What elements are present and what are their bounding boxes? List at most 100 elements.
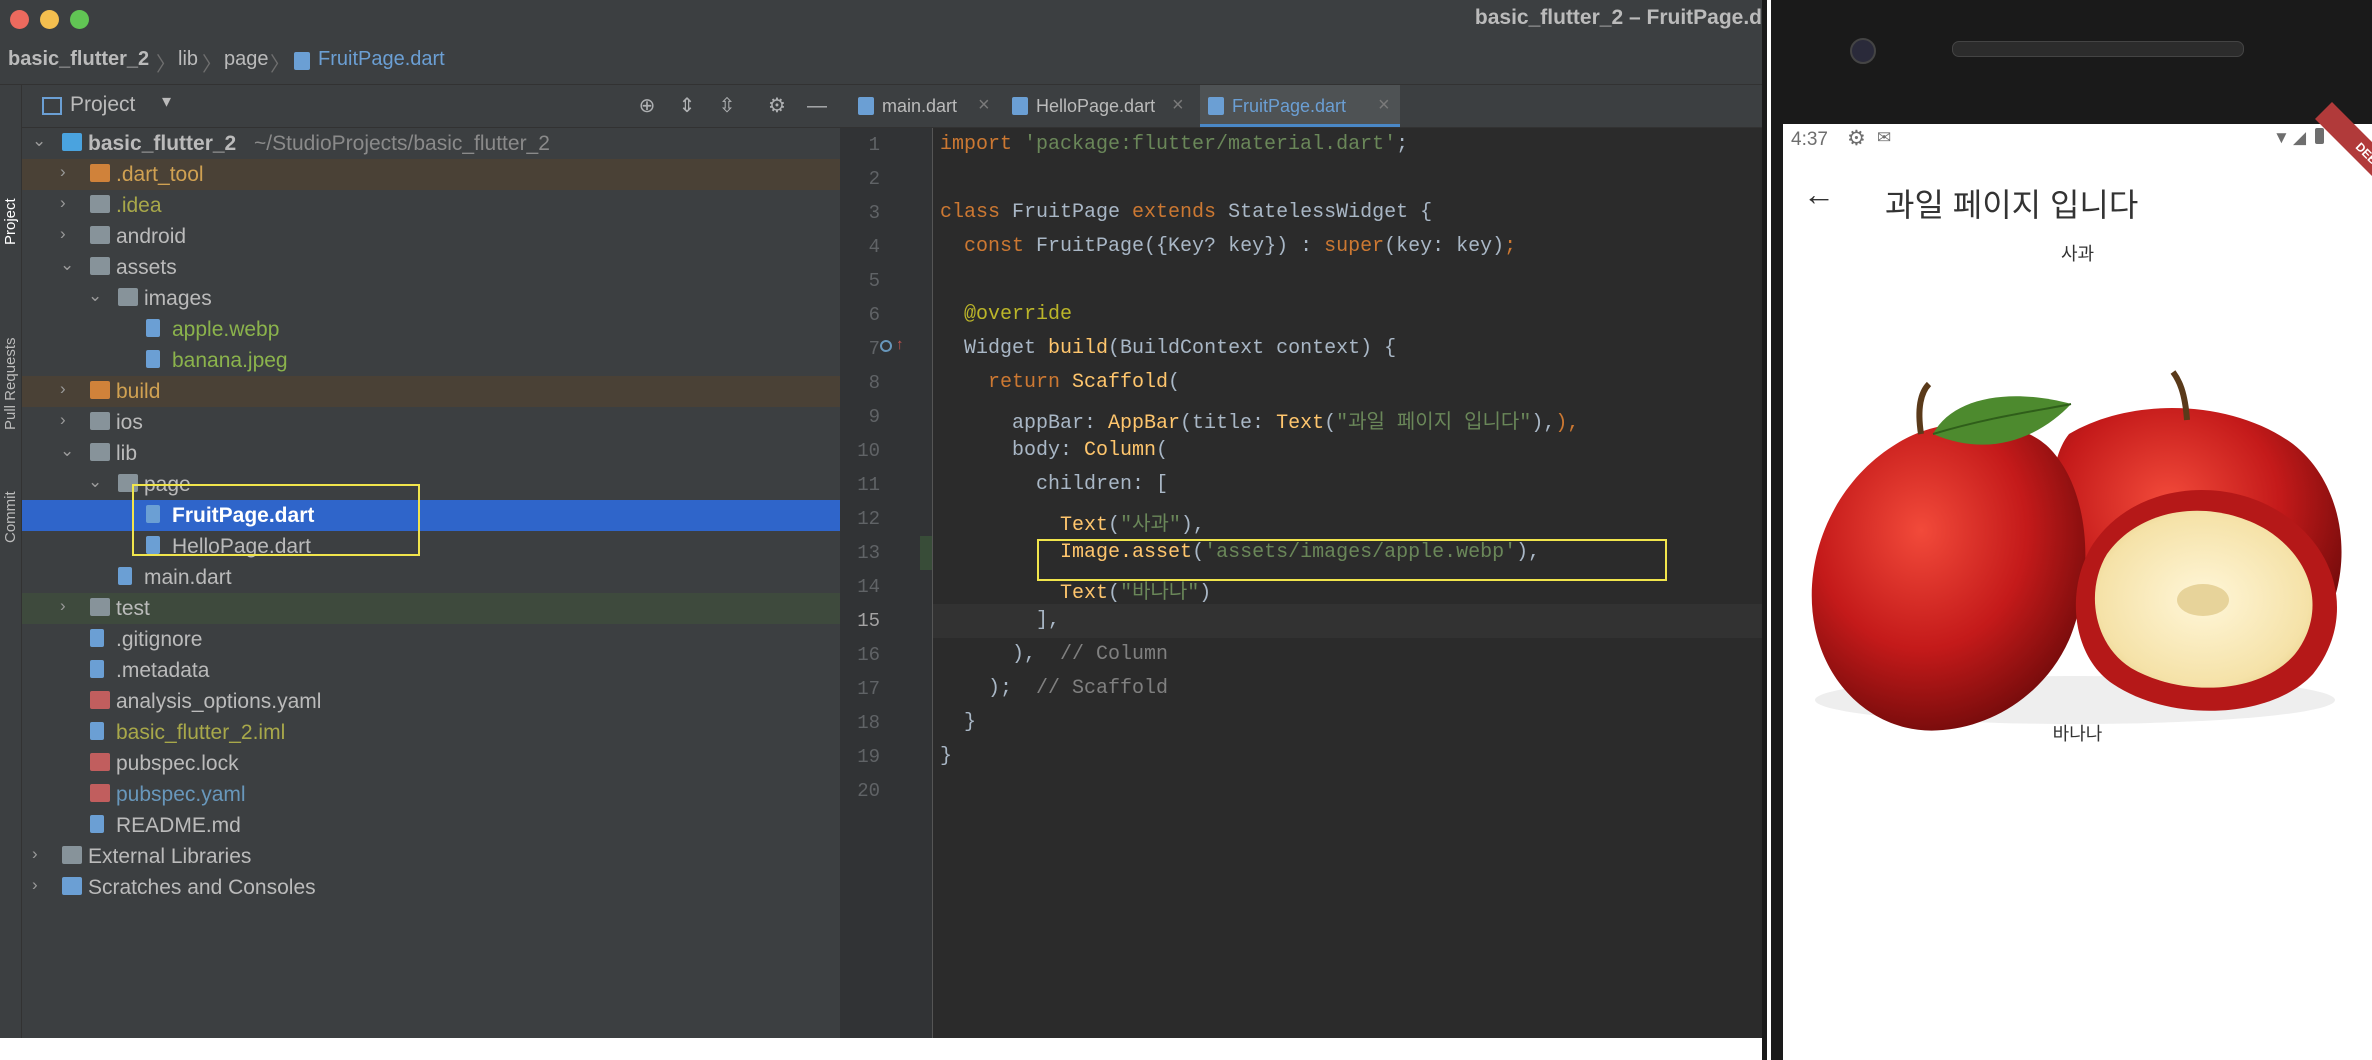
gear-icon[interactable]: ⚙ [766,95,788,117]
chevron-right-icon[interactable]: › [60,379,80,399]
commit-tool-tab[interactable]: Commit [2,491,19,543]
code-line: const FruitPage({Key? key}) : super(key:… [940,235,1516,269]
chevron-right-icon[interactable]: › [60,193,80,213]
tree-item[interactable]: › .dart_tool [22,159,840,190]
folder-icon [90,443,110,461]
chevron-down-icon[interactable]: ▾ [162,91,171,112]
tree-item-label: ios [116,411,143,434]
breadcrumb-project[interactable]: basic_flutter_2 [8,48,149,71]
tree-item[interactable]: analysis_options.yaml [22,686,840,717]
front-camera-icon [1850,38,1876,64]
code-token: (BuildContext context) { [1108,337,1397,360]
tree-item[interactable]: › .idea [22,190,840,221]
locate-file-icon[interactable]: ⊕ [636,95,658,117]
chevron-down-icon[interactable]: ⌄ [60,255,80,275]
project-tool-tab[interactable]: Project [2,198,19,245]
left-tool-strip: Project Pull Requests Commit [0,85,22,1038]
chevron-right-icon[interactable]: › [32,844,52,864]
chevron-down-icon[interactable]: ⌄ [32,131,52,151]
breadcrumb-page[interactable]: page [224,48,269,71]
emulator-edge [1767,0,1771,1060]
editor-tab[interactable]: main.dart × [850,85,1000,127]
project-panel-title[interactable]: Project [70,93,135,117]
tree-item[interactable]: main.dart [22,562,840,593]
chevron-right-icon[interactable]: › [32,875,52,895]
expand-all-icon[interactable]: ⇕ [676,95,698,117]
chevron-down-icon[interactable]: ⌄ [88,286,108,306]
tree-root-row[interactable]: ⌄ basic_flutter_2 ~/StudioProjects/basic… [22,128,840,159]
zoom-window-button[interactable] [70,10,89,29]
tree-item-label: main.dart [144,566,232,589]
tree-item[interactable]: › ios [22,407,840,438]
file-icon [90,691,110,709]
dart-file-icon [294,52,310,70]
code-token: class [940,201,1013,224]
code-line: ], [940,609,1060,643]
chevron-down-icon[interactable]: ⌄ [88,472,108,492]
ide-window: basic_flutter_2 – FruitPage.d basic_flut… [0,0,1762,1038]
project-panel-header: Project ▾ ⊕ ⇕ ⇳ ⚙ — [22,85,840,128]
tree-item[interactable]: banana.jpeg [22,345,840,376]
tree-item-label: apple.webp [172,318,280,341]
code-line: body: Column( [940,439,1168,473]
tree-item[interactable]: ⌄ lib [22,438,840,469]
code-token: build [1048,337,1109,360]
file-icon [90,753,110,771]
tree-item[interactable]: basic_flutter_2.iml [22,717,840,748]
tree-item[interactable]: README.md [22,810,840,841]
tree-item[interactable]: › Scratches and Consoles [22,872,840,903]
close-window-button[interactable] [10,10,29,29]
project-tree: › .dart_tool › .idea › android ⌄ assets ⌄ images a… [22,159,840,1038]
tree-item[interactable]: apple.webp [22,314,840,345]
tree-item[interactable]: pubspec.yaml [22,779,840,810]
file-icon [146,319,160,337]
pull-requests-tool-tab[interactable]: Pull Requests [2,337,19,430]
code-token: ( [1324,412,1337,435]
close-tab-icon[interactable]: × [1172,94,1184,117]
file-icon [90,629,104,647]
editor-tab[interactable]: FruitPage.dart × [1200,85,1400,127]
code-editor[interactable]: 1 2 3 4 5 6 7 8 9 10 11 12 13 14 15 16 17 18 19 20 ↑ import… [840,128,1762,1038]
tree-item[interactable]: .metadata [22,655,840,686]
code-token: ) [1199,582,1212,605]
tree-item[interactable]: ⌄ images [22,283,840,314]
tree-item[interactable]: › android [22,221,840,252]
tree-item[interactable]: pubspec.lock [22,748,840,779]
breadcrumb-lib[interactable]: lib [178,48,198,71]
chevron-down-icon[interactable]: ⌄ [60,441,80,461]
close-tab-icon[interactable]: × [1378,94,1390,117]
breadcrumb-file[interactable]: FruitPage.dart [318,48,445,71]
code-token: // Scaffold [1036,677,1169,700]
back-arrow-icon[interactable]: ← [1803,176,1835,213]
tree-item[interactable]: ⌄ assets [22,252,840,283]
title-bar: basic_flutter_2 – FruitPage.d [0,0,1762,34]
hide-panel-icon[interactable]: — [806,95,828,117]
code-token: FruitPage [1012,201,1133,224]
minimize-window-button[interactable] [40,10,59,29]
folder-icon [118,288,138,306]
editor-tab-label: HelloPage.dart [1036,96,1156,116]
settings-status-icon: ⚙ [1847,127,1866,150]
code-area: import 'package:flutter/material.dart'; … [840,128,1762,1038]
chevron-right-icon[interactable]: › [60,596,80,616]
chevron-right-icon[interactable]: › [60,162,80,182]
tree-item[interactable]: › test [22,593,840,624]
folder-icon [90,164,110,182]
chevron-right-icon[interactable]: › [60,224,80,244]
tree-item[interactable]: .gitignore [22,624,840,655]
tree-item[interactable]: › External Libraries [22,841,840,872]
collapse-all-icon[interactable]: ⇳ [716,95,738,117]
editor-tab[interactable]: HelloPage.dart × [1004,85,1194,127]
chevron-right-icon[interactable]: › [60,410,80,430]
close-tab-icon[interactable]: × [978,94,990,117]
tree-item-label: android [116,225,187,248]
code-token: "바나나" [1120,582,1200,605]
code-line: appBar: AppBar(title: Text("과일 페이지 입니다")… [940,405,1579,439]
apple-image [1793,284,2363,844]
signal-status-icon: ◢ [2293,128,2307,147]
tree-item[interactable]: › build [22,376,840,407]
code-token: appBar: [940,412,1109,435]
phone-screen: 4:37 ⚙ ✉ ▼ ◢ DEBUG ← 과일 페이지 입니다 사과 바나나 [1783,102,2372,1060]
file-icon [90,815,104,833]
